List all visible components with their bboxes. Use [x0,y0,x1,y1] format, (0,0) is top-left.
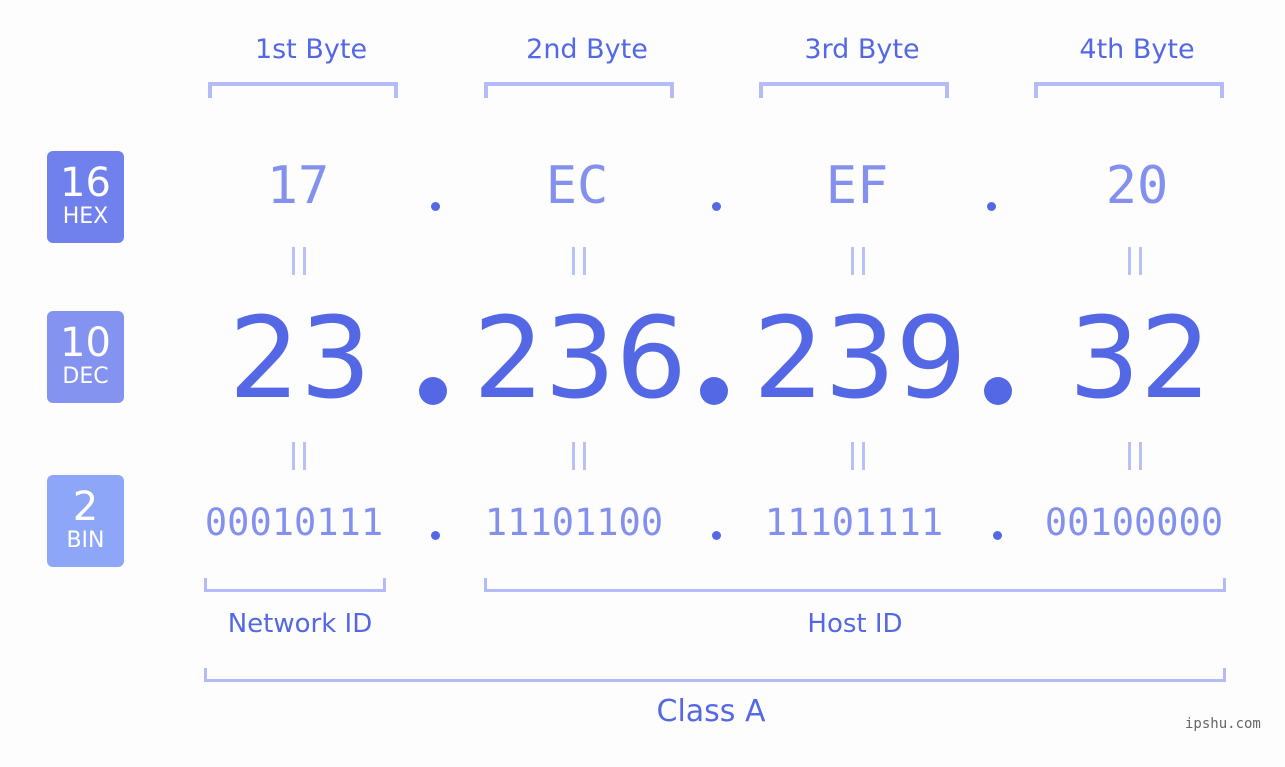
dec-badge-unit: DEC [62,364,109,389]
bin-separator-dot-1 [431,531,440,540]
host-id-label: Host ID [807,609,903,639]
byte-bracket-3 [759,82,949,98]
equals-icon [572,442,586,470]
network-id-label: Network ID [227,609,373,639]
bin-separator-dot-2 [712,531,721,540]
watermark: ipshu.com [1185,716,1261,732]
equals-icon [851,442,865,470]
bin-value-3: 11101111 [764,501,944,544]
bin-badge-base: 2 [72,484,99,530]
dec-separator-dot-2 [700,377,728,405]
hex-value-4: 20 [1105,156,1169,216]
dec-separator-dot-3 [984,377,1012,405]
bin-badge-unit: BIN [66,528,105,553]
hex-separator-dot-1 [431,202,440,211]
dec-value-3: 239 [753,294,967,424]
bin-badge: 2 BIN [47,475,124,567]
network-id-bracket [204,578,386,592]
dec-badge: 10 DEC [47,311,124,403]
hex-separator-dot-3 [987,202,996,211]
hex-value-2: EC [545,156,609,216]
byte-bracket-2 [484,82,674,98]
bin-separator-dot-3 [993,531,1002,540]
dec-value-4: 32 [1068,294,1212,424]
class-bracket [204,668,1226,682]
byte-label-4: 4th Byte [1079,34,1195,65]
hex-value-3: EF [825,156,889,216]
host-id-bracket [484,578,1226,592]
hex-badge-base: 16 [60,160,111,206]
dec-value-1: 23 [228,294,372,424]
equals-icon [1128,442,1142,470]
byte-label-1: 1st Byte [254,34,368,65]
dec-value-2: 236 [473,294,687,424]
class-label: Class A [656,694,766,729]
byte-label-2: 2nd Byte [526,34,648,65]
byte-bracket-1 [208,82,398,98]
dec-separator-dot-1 [419,377,447,405]
hex-value-1: 17 [266,156,330,216]
hex-badge: 16 HEX [47,151,124,243]
hex-separator-dot-2 [712,202,721,211]
equals-icon [292,442,306,470]
bin-value-2: 11101100 [484,501,664,544]
byte-bracket-4 [1034,82,1224,98]
equals-icon [572,247,586,275]
bin-value-1: 00010111 [204,501,384,544]
hex-badge-unit: HEX [62,204,109,229]
dec-badge-base: 10 [60,320,111,366]
equals-icon [1128,247,1142,275]
bin-value-4: 00100000 [1044,501,1224,544]
equals-icon [292,247,306,275]
equals-icon [851,247,865,275]
byte-label-3: 3rd Byte [804,34,920,65]
